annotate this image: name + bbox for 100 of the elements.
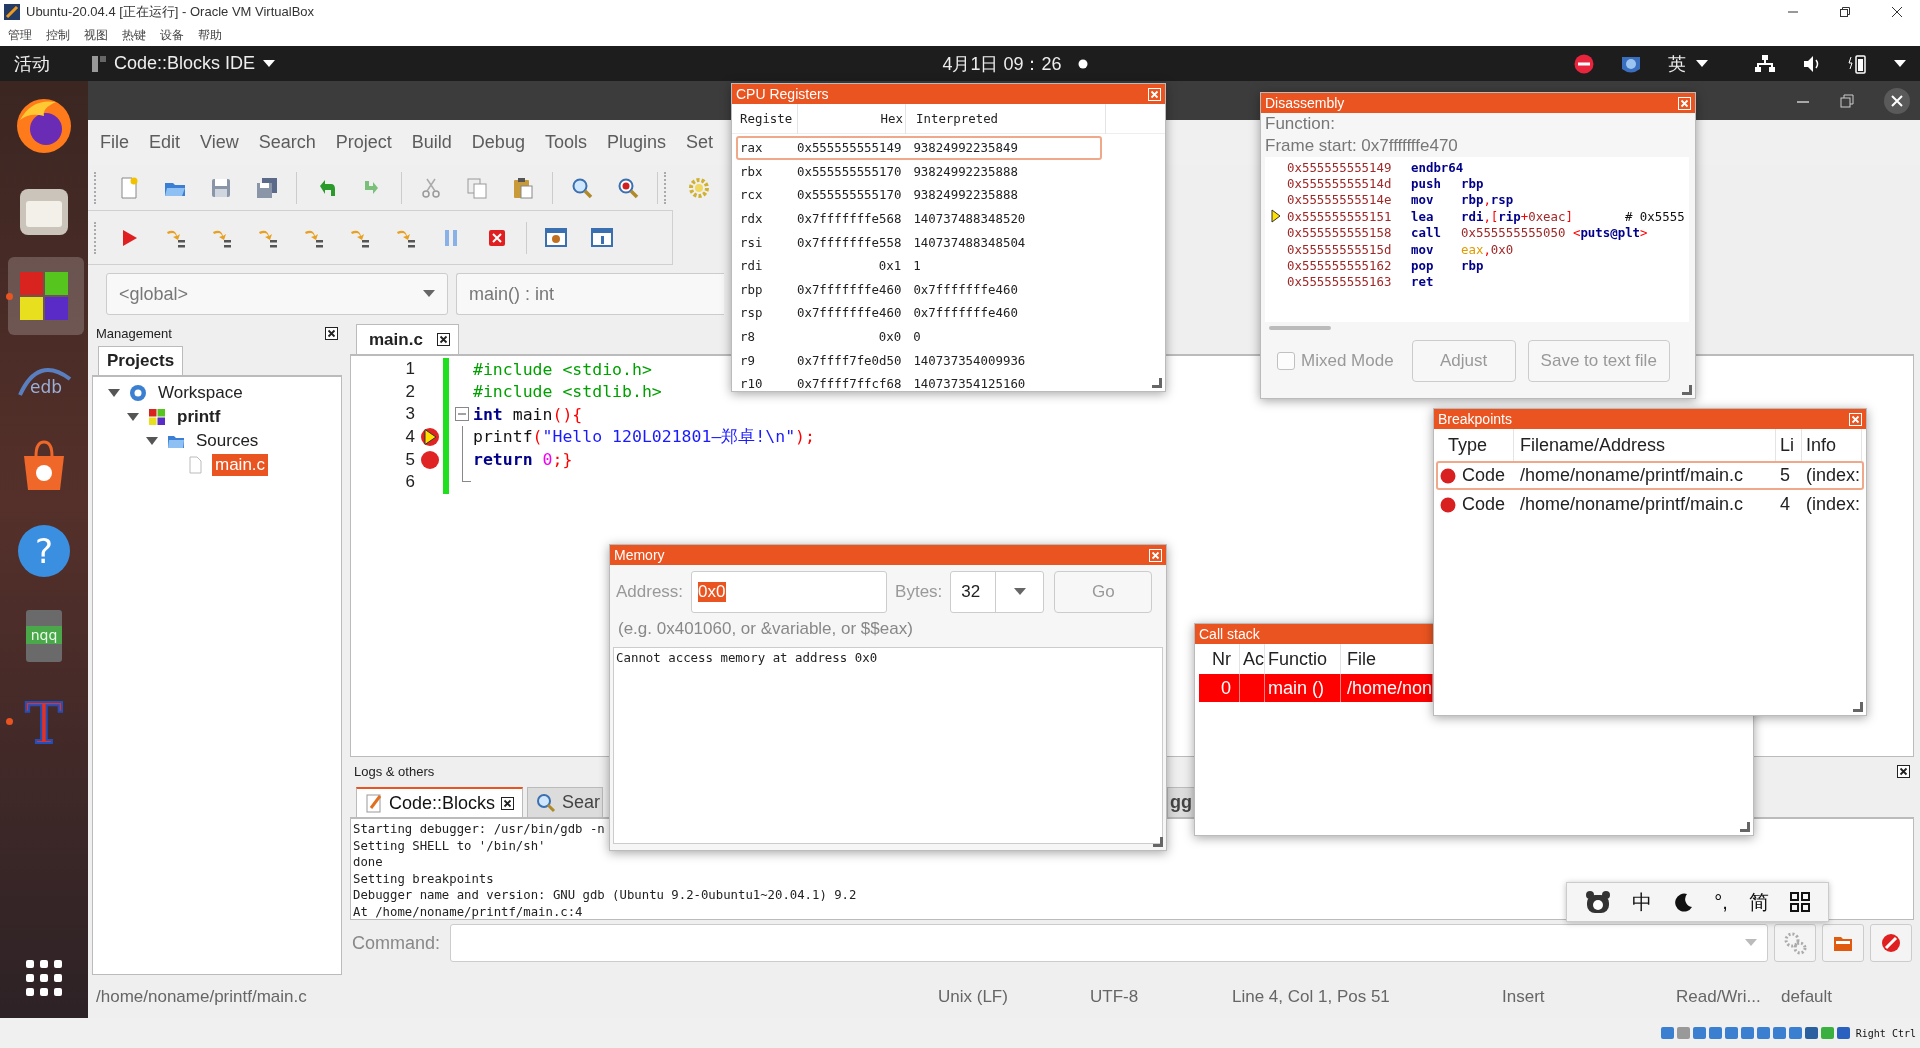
disassembly-line: 0x555555555162 pop rbp bbox=[1287, 258, 1484, 274]
menu-item[interactable]: Search bbox=[248, 132, 326, 153]
menu-item[interactable]: 热键 bbox=[122, 26, 146, 44]
menu-item[interactable]: 设备 bbox=[160, 26, 184, 44]
close-button[interactable] bbox=[1897, 765, 1910, 778]
log-tab[interactable]: Code::Blocks bbox=[356, 787, 524, 817]
menu-item[interactable]: 帮助 bbox=[198, 26, 222, 44]
resize-grip[interactable] bbox=[1740, 822, 1750, 832]
table-row[interactable]: Code /home/noname/printf/main.c 5 (index: bbox=[1436, 461, 1864, 490]
tree-item[interactable]: printf bbox=[174, 406, 224, 428]
tab[interactable]: Projects bbox=[98, 346, 184, 375]
scope-dropdown[interactable]: <global> bbox=[106, 273, 448, 315]
table-row[interactable]: r10 0x7ffff7ffcf68 140737354125160 bbox=[736, 371, 1102, 391]
no-entry-icon[interactable] bbox=[1574, 53, 1594, 74]
toolbar-toggle[interactable]: 中 bbox=[1632, 888, 1653, 916]
debug-window-icon[interactable] bbox=[544, 225, 568, 250]
grid-icon[interactable] bbox=[1789, 892, 1810, 912]
info-icon[interactable] bbox=[590, 225, 614, 250]
menu-item[interactable]: File bbox=[90, 132, 139, 153]
bytes-dropdown[interactable]: 32 bbox=[950, 571, 1045, 613]
input-method-menu[interactable]: 英 bbox=[1668, 51, 1708, 76]
table-cell: main () bbox=[1264, 674, 1341, 702]
menu-item[interactable]: Project bbox=[325, 132, 402, 153]
toolbar-toggle[interactable]: 简 bbox=[1748, 888, 1769, 916]
table-row[interactable]: 0 main () /home/non bbox=[1199, 674, 1433, 702]
function-label: Function: bbox=[1264, 113, 1336, 135]
stop-button[interactable] bbox=[1870, 924, 1912, 962]
search-icon bbox=[536, 792, 557, 813]
app-icon bbox=[92, 53, 106, 74]
resize-grip[interactable] bbox=[1153, 837, 1163, 847]
table-cell-text: 0x7fffffffe460 bbox=[796, 281, 903, 297]
table-cell-text: /home/noname/printf/main.c bbox=[1519, 465, 1745, 486]
status-text: Unix (LF) bbox=[938, 986, 1009, 1007]
menu-item[interactable]: Plugins bbox=[596, 132, 676, 153]
menu-item[interactable]: Build bbox=[401, 132, 462, 153]
menu-item[interactable]: Debug bbox=[461, 132, 535, 153]
breakpoint-icon[interactable] bbox=[420, 449, 440, 470]
command-field[interactable] bbox=[450, 924, 1768, 962]
table-row[interactable]: rdi 0x1 1 bbox=[736, 253, 1102, 278]
tree-item[interactable]: Workspace bbox=[155, 382, 246, 404]
menu-item[interactable]: 控制 bbox=[46, 26, 70, 44]
table-row[interactable]: rbx 0x555555555170 93824992235888 bbox=[736, 159, 1102, 184]
table-row[interactable]: rdx 0x7fffffffe568 140737488348520 bbox=[736, 206, 1102, 231]
menu-item[interactable]: 管理 bbox=[8, 26, 32, 44]
menu-item[interactable]: 视图 bbox=[84, 26, 108, 44]
menu-item[interactable]: Tools bbox=[534, 132, 597, 153]
moon-icon[interactable] bbox=[1673, 892, 1694, 912]
table-row[interactable]: rcx 0x555555555170 93824992235888 bbox=[736, 183, 1102, 207]
table-row[interactable]: rsi 0x7fffffffe558 140737488348504 bbox=[736, 230, 1102, 254]
resize-grip[interactable] bbox=[1682, 385, 1692, 395]
window-title: Memory bbox=[614, 547, 665, 563]
log-tab[interactable]: Sear bbox=[527, 787, 604, 817]
log-line: Setting SHELL to '/bin/sh' bbox=[353, 837, 546, 855]
table-row[interactable]: rsp 0x7fffffffe460 0x7fffffffe460 bbox=[736, 301, 1102, 325]
close-button[interactable] bbox=[1890, 5, 1904, 19]
tree-item[interactable]: main.c bbox=[212, 454, 269, 476]
menu-item[interactable]: Set bbox=[676, 132, 723, 153]
edit-icon bbox=[365, 793, 383, 813]
resize-grip[interactable] bbox=[1152, 378, 1162, 388]
browser-icon[interactable] bbox=[14, 96, 74, 156]
scrollbar[interactable] bbox=[1269, 326, 1331, 330]
folder-button[interactable] bbox=[1822, 924, 1864, 962]
clock[interactable]: 4月1日 09：26 bbox=[942, 51, 1062, 76]
close-button[interactable] bbox=[436, 333, 450, 346]
table-cell-text: rbp bbox=[739, 281, 764, 297]
paw-icon[interactable] bbox=[1585, 890, 1612, 914]
table-row[interactable]: rax 0x555555555149 93824992235849 bbox=[736, 136, 1102, 160]
toolbar-toggle[interactable]: °, bbox=[1714, 890, 1728, 914]
caret-icon bbox=[1013, 588, 1026, 596]
disassembly-line: 0x555555555149 endbr64 bbox=[1287, 159, 1461, 175]
table-row[interactable]: rbp 0x7fffffffe460 0x7fffffffe460 bbox=[736, 277, 1102, 302]
app-grid-icon[interactable] bbox=[26, 960, 62, 996]
address-field[interactable]: 0x0 bbox=[691, 571, 888, 613]
close-button[interactable] bbox=[1884, 87, 1910, 114]
network-icon[interactable] bbox=[1754, 53, 1776, 74]
save-all-icon[interactable] bbox=[255, 175, 279, 200]
menu-item[interactable]: View bbox=[190, 132, 249, 153]
table-row[interactable]: Code /home/noname/printf/main.c 4 (index: bbox=[1436, 490, 1864, 519]
paste-icon[interactable] bbox=[511, 175, 535, 200]
restore-button[interactable] bbox=[1838, 5, 1852, 19]
app-menu[interactable]: Code::Blocks IDE bbox=[92, 53, 276, 74]
battery-icon[interactable] bbox=[1848, 52, 1868, 75]
table-cell: Code bbox=[1462, 494, 1506, 515]
code-line: printf("Hello 120L021801—郑卓!\n"); bbox=[472, 426, 815, 449]
disassembly-line: 0x555555555163 ret bbox=[1287, 274, 1435, 290]
caret-icon bbox=[1696, 59, 1708, 68]
activities-button[interactable]: 活动 bbox=[14, 51, 50, 76]
window-title: Breakpoints bbox=[1438, 411, 1512, 427]
close-button[interactable] bbox=[501, 796, 515, 810]
resize-grip[interactable] bbox=[1853, 702, 1863, 712]
tree-item[interactable]: Sources bbox=[193, 430, 262, 452]
menu-item[interactable]: Edit bbox=[139, 132, 191, 153]
fold-toggle[interactable] bbox=[455, 407, 469, 422]
table-row[interactable]: r8 0x0 0 bbox=[736, 324, 1102, 349]
table-row[interactable]: r9 0x7ffff7fe0d50 140737354009936 bbox=[736, 348, 1102, 372]
editor-tab[interactable]: main.c bbox=[356, 324, 459, 354]
function-dropdown[interactable]: main() : int bbox=[456, 273, 724, 315]
log-tab[interactable]: gg bbox=[1167, 787, 1195, 817]
caret-icon[interactable] bbox=[1894, 59, 1906, 68]
close-button[interactable] bbox=[325, 327, 338, 340]
